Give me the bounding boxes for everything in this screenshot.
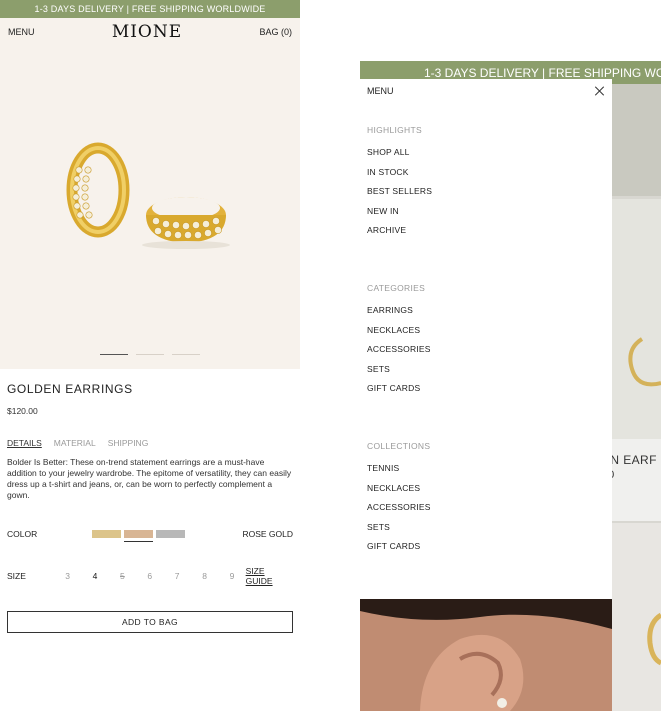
- site-header: MENU MIONE BAG (0): [0, 18, 300, 45]
- menu-title: MENU: [367, 86, 394, 96]
- menu-section-collections: COLLECTIONS TENNIS NECKLACES ACCESSORIES SET…: [367, 441, 605, 561]
- carousel-dot[interactable]: [172, 354, 200, 355]
- size-guide-link[interactable]: SIZE GUIDE: [246, 566, 293, 586]
- color-swatch-gold[interactable]: [92, 530, 122, 538]
- menu-item-gift-cards[interactable]: GIFT CARDS: [367, 541, 605, 561]
- tab-shipping[interactable]: SHIPPING: [108, 438, 149, 448]
- size-option-6[interactable]: 6: [136, 571, 163, 581]
- size-selector: SIZE 3456789 SIZE GUIDE: [7, 566, 293, 586]
- color-label: COLOR: [7, 529, 38, 539]
- product-tabs: DETAILS MATERIAL SHIPPING: [7, 438, 293, 448]
- background-product-info: [612, 439, 661, 521]
- size-option-3[interactable]: 3: [54, 571, 81, 581]
- hoop-earring-image: [628, 337, 661, 387]
- menu-item-tennis[interactable]: TENNIS: [367, 463, 605, 483]
- menu-item-new-in[interactable]: NEW IN: [367, 206, 605, 226]
- menu-item-sets[interactable]: SETS: [367, 364, 605, 384]
- size-option-4[interactable]: 4: [81, 571, 108, 581]
- size-option-5[interactable]: 5: [109, 571, 136, 581]
- menu-item-necklaces[interactable]: NECKLACES: [367, 325, 605, 345]
- tab-details[interactable]: DETAILS: [7, 438, 42, 448]
- bag-button[interactable]: BAG (0): [259, 27, 292, 37]
- carousel-dot[interactable]: [100, 354, 128, 355]
- carousel-dot[interactable]: [136, 354, 164, 355]
- ear-with-earring-image: [360, 599, 612, 711]
- menu-item-sets[interactable]: SETS: [367, 522, 605, 542]
- menu-item-earrings[interactable]: EARRINGS: [367, 305, 605, 325]
- menu-section-heading: COLLECTIONS: [367, 440, 431, 451]
- size-option-9[interactable]: 9: [218, 571, 245, 581]
- close-icon[interactable]: [595, 86, 605, 96]
- size-label: SIZE: [7, 571, 26, 581]
- selected-color: ROSE GOLD: [242, 529, 293, 539]
- earrings-image: [66, 142, 230, 249]
- size-option-7[interactable]: 7: [163, 571, 190, 581]
- color-swatch-silver[interactable]: [156, 530, 186, 538]
- logo[interactable]: MIONE: [112, 22, 182, 42]
- menu-button[interactable]: MENU: [8, 27, 35, 37]
- menu-item-gift-cards[interactable]: GIFT CARDS: [367, 383, 605, 403]
- menu-item-best-sellers[interactable]: BEST SELLERS: [367, 186, 605, 206]
- product-page: 1-3 DAYS DELIVERY | FREE SHIPPING WORLDW…: [0, 0, 300, 711]
- shipping-banner: 1-3 DAYS DELIVERY | FREE SHIPPING WORLDW…: [0, 0, 300, 18]
- navigation-menu: MENU HIGHLIGHTS SHOP ALL IN STOCK BEST SELL…: [360, 79, 612, 599]
- background-product-image: [612, 84, 661, 196]
- menu-section-categories: CATEGORIES EARRINGS NECKLACES ACCESSORIES SE…: [367, 283, 605, 403]
- product-image-carousel[interactable]: [0, 45, 300, 369]
- menu-item-necklaces[interactable]: NECKLACES: [367, 483, 605, 503]
- menu-section-heading: CATEGORIES: [367, 282, 426, 293]
- model-ear-photo: [360, 599, 612, 711]
- menu-item-shop-all[interactable]: SHOP ALL: [367, 147, 605, 167]
- add-to-bag-button[interactable]: ADD TO BAG: [7, 611, 293, 633]
- menu-item-accessories[interactable]: ACCESSORIES: [367, 344, 605, 364]
- color-swatch-rose-gold[interactable]: [124, 530, 154, 542]
- tab-material[interactable]: MATERIAL: [54, 438, 96, 448]
- product-price: $120.00: [7, 406, 38, 416]
- background-product-image: [612, 199, 661, 439]
- product-info: GOLDEN EARRINGS $120.00 DETAILS MATERIAL…: [7, 382, 293, 501]
- menu-section-highlights: HIGHLIGHTS SHOP ALL IN STOCK BEST SELLERS NE…: [367, 125, 605, 245]
- background-product-image: [612, 523, 661, 711]
- color-selector: COLOR ROSE GOLD: [7, 528, 293, 542]
- size-option-8[interactable]: 8: [191, 571, 218, 581]
- menu-section-heading: HIGHLIGHTS: [367, 125, 422, 135]
- product-title: GOLDEN EARRINGS: [7, 382, 133, 396]
- product-description: Bolder Is Better: These on-trend stateme…: [7, 457, 292, 500]
- menu-item-accessories[interactable]: ACCESSORIES: [367, 502, 605, 522]
- menu-item-archive[interactable]: ARCHIVE: [367, 225, 605, 245]
- menu-overlay-screen: 1-3 DAYS DELIVERY | FREE SHIPPING WORLDW…: [360, 61, 661, 711]
- hoop-earring-image: [647, 612, 661, 666]
- carousel-indicators: [0, 354, 300, 355]
- menu-item-in-stock[interactable]: IN STOCK: [367, 167, 605, 187]
